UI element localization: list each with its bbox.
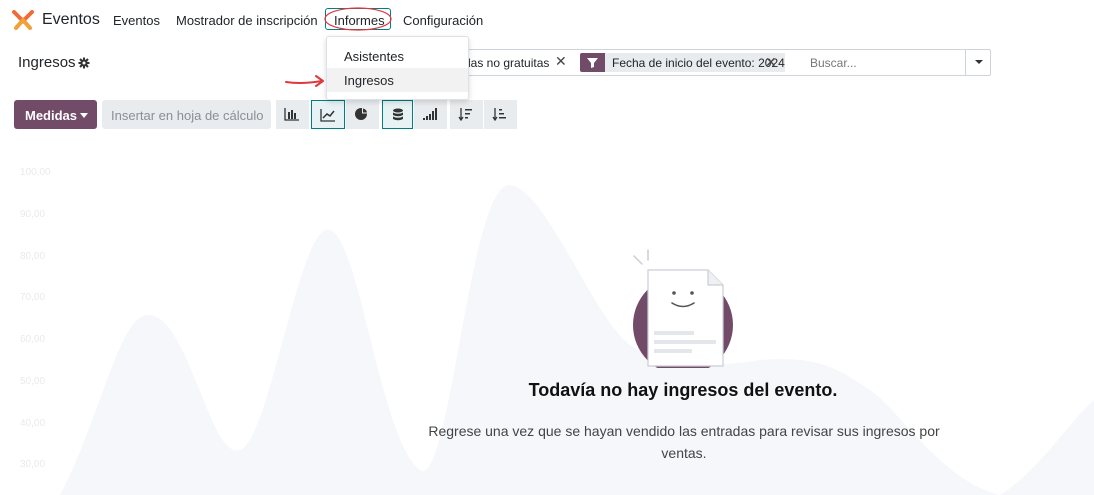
- y-tick-label: 80,00: [20, 251, 46, 262]
- insert-spreadsheet-label: Insertar en hoja de cálculo: [111, 108, 264, 123]
- insert-spreadsheet-button[interactable]: Insertar en hoja de cálculo: [102, 100, 271, 129]
- nav-item-eventos[interactable]: Eventos: [113, 13, 160, 28]
- bar-chart-button[interactable]: [276, 100, 309, 129]
- cumulative-toggle-button[interactable]: [414, 100, 447, 129]
- sort-ascending-icon: [492, 108, 506, 121]
- search-input[interactable]: Buscar...: [810, 56, 857, 70]
- sort-ascending-button[interactable]: [484, 100, 517, 129]
- app-logo-icon[interactable]: [12, 10, 34, 30]
- y-tick-label: 30,00: [20, 459, 46, 470]
- empty-document-illustration: [633, 249, 733, 368]
- facet-label: Fecha de inicio del evento: 2024: [612, 56, 785, 70]
- measures-label: Medidas: [25, 108, 78, 123]
- database-icon: [393, 108, 403, 121]
- measures-button[interactable]: Medidas: [14, 100, 97, 129]
- y-tick-label: 100,00: [20, 167, 51, 178]
- annotation-arrow: [285, 75, 324, 87]
- nav-item-mostrador[interactable]: Mostrador de inscripción: [176, 13, 318, 28]
- menu-item-asistentes-label: Asistentes: [344, 49, 404, 64]
- y-tick-label: 90,00: [20, 209, 46, 220]
- remove-facet-icon[interactable]: ✕: [765, 54, 777, 71]
- informes-dropdown-menu: Asistentes Ingresos: [326, 36, 469, 100]
- caret-down-icon: [975, 60, 983, 64]
- stacked-toggle-button[interactable]: [382, 100, 413, 129]
- search-options-toggle[interactable]: [965, 50, 992, 75]
- nav-item-informes[interactable]: Informes: [325, 8, 391, 30]
- facet-label: las no gratuitas: [468, 56, 550, 70]
- caret-down-icon: [80, 113, 88, 118]
- remove-facet-icon[interactable]: ✕: [555, 53, 567, 70]
- page-title: Ingresos: [18, 54, 76, 71]
- sort-descending-icon: [458, 108, 472, 121]
- menu-item-ingresos[interactable]: Ingresos: [327, 68, 468, 92]
- line-chart-button[interactable]: [311, 100, 345, 129]
- empty-state-title: Todavía no hay ingresos del evento.: [528, 380, 838, 400]
- y-tick-label: 70,00: [20, 292, 46, 303]
- y-tick-label: 40,00: [20, 418, 46, 429]
- sort-descending-button[interactable]: [450, 100, 483, 129]
- pie-chart-icon: [355, 107, 368, 120]
- gear-icon[interactable]: [78, 57, 90, 69]
- app-name[interactable]: Eventos: [42, 11, 100, 29]
- nav-item-informes-label: Informes: [334, 13, 385, 28]
- bar-chart-icon: [284, 108, 299, 121]
- empty-state-text: Regrese una vez que se hayan vendido las…: [428, 423, 940, 461]
- menu-item-asistentes[interactable]: Asistentes: [327, 44, 468, 68]
- pie-chart-button[interactable]: [346, 100, 379, 129]
- facet-date-filter: Fecha de inicio del evento: 2024 ✕: [605, 53, 785, 72]
- top-navbar: Eventos Eventos Mostrador de inscripción…: [0, 0, 1094, 40]
- filter-icon: [580, 53, 605, 72]
- search-bar: las no gratuitas ✕ Fecha de inicio del e…: [457, 49, 991, 76]
- nav-item-configuracion[interactable]: Configuración: [403, 13, 483, 28]
- line-chart-icon: [320, 109, 335, 122]
- menu-item-ingresos-label: Ingresos: [344, 73, 394, 88]
- signal-bars-icon: [423, 108, 437, 120]
- y-tick-label: 60,00: [20, 334, 46, 345]
